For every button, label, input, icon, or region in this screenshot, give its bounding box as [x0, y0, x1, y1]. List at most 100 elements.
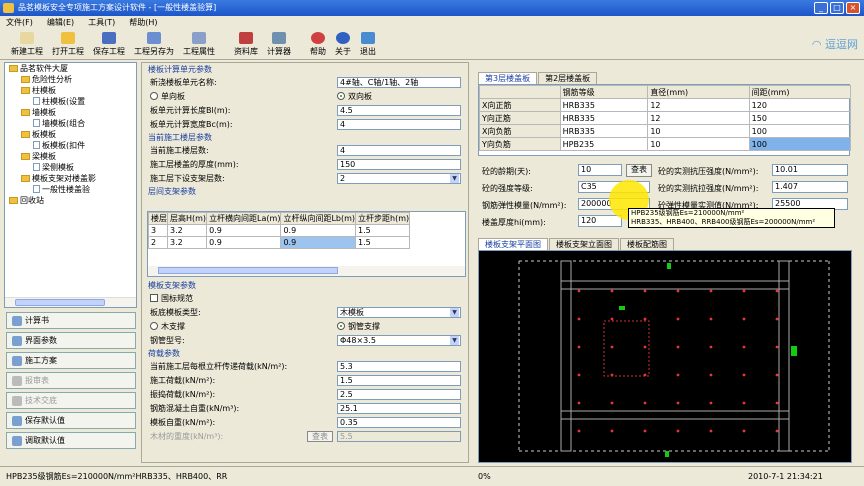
tree-node[interactable]: 一般性楼盖验	[5, 184, 136, 195]
slab-name-input[interactable]: 4#轴、C轴/1轴、2轴	[337, 77, 461, 88]
vibration-load-input[interactable]: 2.5	[337, 389, 461, 400]
table-row[interactable]: Y向正筋 HRB335 12 150	[479, 111, 852, 125]
one-way-radio[interactable]: 单向板	[150, 91, 185, 102]
left-button[interactable]: 报审表	[6, 372, 136, 389]
left-button[interactable]: 技术交底	[6, 392, 136, 409]
tree-node[interactable]: 板模板	[5, 129, 136, 140]
grid-cell[interactable]: 0.9	[280, 224, 357, 237]
left-button[interactable]: 调取默认值	[6, 432, 136, 449]
tree-node[interactable]: 回收站	[5, 195, 136, 206]
support-plan-drawing[interactable]	[478, 250, 852, 463]
slab-thickness-input[interactable]: 150	[337, 159, 461, 170]
tree-node[interactable]: 危险性分析	[5, 74, 136, 85]
left-button[interactable]: 计算书	[6, 312, 136, 329]
grid-cell[interactable]: 0.9	[280, 236, 357, 249]
wood-support-radio[interactable]: 木支撑	[150, 321, 185, 332]
save-project-button[interactable]: 保存工程	[90, 29, 128, 59]
lookup-button[interactable]: 查表	[626, 164, 652, 177]
grid-cell[interactable]: 0.9	[206, 236, 282, 249]
table-row[interactable]: 3 3.2 0.9 0.9 1.5	[148, 224, 411, 237]
tab-floor-2[interactable]: 第2层楼盖板	[538, 72, 598, 84]
help-button[interactable]: 帮助	[307, 29, 329, 59]
new-project-button[interactable]: 新建工程	[8, 29, 46, 59]
pole-load-input[interactable]: 5.3	[337, 361, 461, 372]
tree-node[interactable]: 柱模板(设置	[5, 96, 136, 107]
tree-node[interactable]: 梁侧模板	[5, 162, 136, 173]
interlayer-support-grid[interactable]: 楼层 层高H(m) 立杆横向间距La(m) 立杆纵向间距Lb(m) 立杆步距h(m) 3 3…	[147, 211, 466, 277]
grid-cell[interactable]: 2	[148, 236, 168, 249]
minimize-button[interactable]: _	[814, 2, 828, 14]
table-row[interactable]: Y向负筋 HPB235 10 100	[479, 137, 852, 151]
slab-length-input[interactable]: 4.5	[337, 105, 461, 116]
rebar-cell[interactable]: Y向正筋	[479, 111, 561, 125]
timber-lookup-button[interactable]: 查表	[307, 431, 333, 442]
slab-width-input[interactable]: 4	[337, 119, 461, 130]
floor-count-input[interactable]: 4	[337, 145, 461, 156]
grid-cell[interactable]: 3	[148, 224, 168, 237]
grid-cell[interactable]: 0.9	[206, 224, 282, 237]
grid-cell[interactable]: 3.2	[166, 224, 208, 237]
timber-density-input[interactable]: 5.5	[337, 431, 461, 442]
formwork-type-select[interactable]: 木模板	[337, 307, 461, 318]
formwork-weight-input[interactable]: 0.35	[337, 417, 461, 428]
pipe-model-select[interactable]: Φ48×3.5	[337, 335, 461, 346]
rebar-table[interactable]: 钢筋等级 直径(mm) 间距(mm) X向正筋 HRB335 12 120 Y向正筋 HRB33…	[478, 84, 852, 156]
tab-plan-view[interactable]: 楼板支架平面图	[478, 238, 548, 250]
menu-file[interactable]: 文件(F)	[6, 16, 33, 29]
maximize-button[interactable]: □	[830, 2, 844, 14]
concrete-weight-input[interactable]: 25.1	[337, 403, 461, 414]
left-button[interactable]: 界面参数	[6, 332, 136, 349]
rebar-cell[interactable]: 10	[647, 124, 750, 138]
support-layers-select[interactable]: 2	[337, 173, 461, 184]
calculator-button[interactable]: 计算器	[264, 29, 294, 59]
project-tree[interactable]: 品茗软件大厦 危险性分析 柱模板 柱模板(设置 墙模板 墙模板(组合 板模板 板模板(扣件 梁模…	[4, 62, 137, 308]
rebar-cell[interactable]: X向负筋	[479, 124, 561, 138]
rebar-cell[interactable]: Y向负筋	[479, 137, 561, 151]
rebar-cell[interactable]: HRB335	[559, 98, 649, 112]
tensile-strength-input[interactable]: 1.407	[772, 181, 848, 193]
rebar-cell[interactable]: 12	[647, 111, 750, 125]
rebar-cell[interactable]: 100	[748, 137, 852, 151]
rebar-cell[interactable]: X向正筋	[479, 98, 561, 112]
compressive-strength-input[interactable]: 10.01	[772, 164, 848, 176]
exit-button[interactable]: 退出	[357, 29, 379, 59]
about-button[interactable]: 关于	[332, 29, 354, 59]
concrete-age-input[interactable]: 10	[578, 164, 622, 176]
table-row[interactable]: X向正筋 HRB335 12 120	[479, 98, 852, 112]
table-row[interactable]: 2 3.2 0.9 0.9 1.5	[148, 236, 411, 249]
rebar-cell[interactable]: 10	[647, 137, 750, 151]
steel-pipe-support-radio[interactable]: 钢管支撑	[337, 321, 380, 332]
tab-floor-3[interactable]: 第3层楼盖板	[478, 72, 538, 84]
rebar-cell[interactable]: HPB235	[559, 137, 649, 151]
library-button[interactable]: 资料库	[231, 29, 261, 59]
rebar-cell[interactable]: 120	[748, 98, 852, 112]
grid-horizontal-scrollbar[interactable]	[148, 266, 465, 276]
tree-node[interactable]: 板模板(扣件	[5, 140, 136, 151]
tree-node[interactable]: 柱模板	[5, 85, 136, 96]
grid-cell[interactable]: 3.2	[166, 236, 208, 249]
construction-load-input[interactable]: 1.5	[337, 375, 461, 386]
tree-horizontal-scrollbar[interactable]	[5, 297, 136, 307]
national-standard-checkbox[interactable]: 国标规范	[150, 293, 193, 304]
rebar-cell[interactable]: HRB335	[559, 124, 649, 138]
grid-cell[interactable]: 1.5	[355, 224, 411, 237]
rebar-cell[interactable]: 100	[748, 124, 852, 138]
grid-cell[interactable]: 1.5	[355, 236, 411, 249]
tree-node[interactable]: 品茗软件大厦	[5, 63, 136, 74]
tree-node[interactable]: 模板支架对楼盖影	[5, 173, 136, 184]
rebar-cell[interactable]: HRB335	[559, 111, 649, 125]
two-way-radio[interactable]: 双向板	[337, 91, 372, 102]
menu-help[interactable]: 帮助(H)	[129, 16, 157, 29]
tab-rebar-drawing[interactable]: 楼板配筋图	[620, 238, 674, 250]
tree-node[interactable]: 墙模板	[5, 107, 136, 118]
table-row[interactable]: X向负筋 HRB335 10 100	[479, 124, 852, 138]
tree-node[interactable]: 梁模板	[5, 151, 136, 162]
rebar-cell[interactable]: 12	[647, 98, 750, 112]
menu-edit[interactable]: 编辑(E)	[47, 16, 74, 29]
floor-thickness-input[interactable]: 120	[578, 215, 622, 227]
close-button[interactable]: ×	[846, 2, 860, 14]
save-as-button[interactable]: 工程另存为	[131, 29, 177, 59]
menu-tools[interactable]: 工具(T)	[88, 16, 115, 29]
rebar-cell[interactable]: 150	[748, 111, 852, 125]
open-project-button[interactable]: 打开工程	[49, 29, 87, 59]
